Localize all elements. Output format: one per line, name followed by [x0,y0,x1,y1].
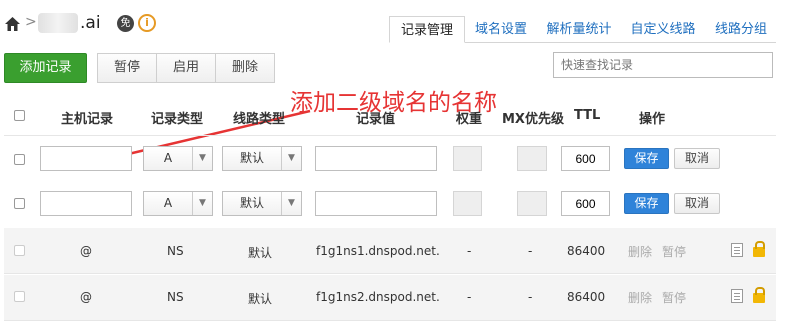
delete-button[interactable]: 删除 [215,53,275,83]
search-input[interactable] [553,52,773,78]
record-type-select[interactable]: A ▼ [143,191,213,216]
record-type: NS [167,290,184,304]
line-type-value: 默认 [239,196,264,210]
delete-link[interactable]: 删除 [628,243,652,260]
record-value-input[interactable] [315,191,437,216]
record-value: f1g1ns2.dnspod.net. [316,290,440,304]
info-icon[interactable]: i [138,14,156,32]
column-actions: 操作 [639,112,666,127]
header-divider [4,135,776,136]
redacted-domain [38,13,78,33]
row-checkbox[interactable] [14,154,25,165]
record-host: @ [80,244,92,258]
record-type-value: A [163,196,173,210]
record-value-input[interactable] [315,146,437,171]
chevron-down-icon: ▼ [281,147,301,170]
domain-name[interactable]: .ai [80,13,101,33]
breadcrumb-separator: > [25,14,37,30]
add-record-button[interactable]: 添加记录 [4,53,87,83]
row-checkbox[interactable] [14,245,25,256]
tab-custom-lines[interactable]: 自定义线路 [621,16,705,43]
chevron-down-icon: ▼ [192,147,212,170]
record-type: NS [167,244,184,258]
cancel-button[interactable]: 取消 [674,193,720,214]
lock-icon [753,241,765,257]
row-checkbox[interactable] [14,198,25,209]
mx-priority-input [517,146,547,171]
record-type-select[interactable]: A ▼ [143,146,213,171]
record-line: 默认 [248,292,273,306]
remark-icon[interactable] [731,289,743,303]
record-type-value: A [163,151,173,165]
record-mx: - [528,290,533,304]
tab-resolution-stats[interactable]: 解析量统计 [537,16,621,43]
tab-record-management[interactable]: 记录管理 [389,16,465,43]
record-ttl: 86400 [567,244,606,258]
pause-button[interactable]: 暂停 [97,53,157,83]
column-weight: 权重 [456,112,483,127]
column-line: 线路类型 [233,112,286,127]
record-weight: - [467,244,472,258]
column-host: 主机记录 [61,112,114,127]
select-all-checkbox[interactable] [14,110,25,121]
chevron-down-icon: ▼ [192,192,212,215]
weight-input [453,191,482,216]
record-line: 默认 [248,246,273,260]
chevron-down-icon: ▼ [281,192,301,215]
tab-line-groups[interactable]: 线路分组 [705,16,777,43]
save-button[interactable]: 保存 [624,148,669,169]
line-type-value: 默认 [239,151,264,165]
mx-priority-input [517,191,547,216]
column-ttl: TTL [574,108,601,123]
record-host: @ [80,290,92,304]
row-checkbox[interactable] [14,291,25,302]
cancel-button[interactable]: 取消 [674,148,720,169]
record-weight: - [467,290,472,304]
ttl-input[interactable] [561,191,610,216]
host-input[interactable] [40,191,132,216]
lock-icon [753,287,765,303]
column-type: 记录类型 [151,112,204,127]
tab-domain-settings[interactable]: 域名设置 [465,16,537,43]
delete-link[interactable]: 删除 [628,289,652,306]
ttl-input[interactable] [561,146,610,171]
remark-icon[interactable] [731,243,743,257]
column-value: 记录值 [356,112,396,127]
weight-input [453,146,482,171]
record-mx: - [528,244,533,258]
enable-button[interactable]: 启用 [156,53,216,83]
free-plan-badge: 免 [117,15,134,32]
host-input[interactable] [40,146,132,171]
line-type-select[interactable]: 默认 ▼ [222,191,302,216]
column-mx-priority: MX优先级 [502,112,564,127]
pause-link[interactable]: 暂停 [662,289,686,306]
pause-link[interactable]: 暂停 [662,243,686,260]
save-button[interactable]: 保存 [624,193,669,214]
record-value: f1g1ns1.dnspod.net. [316,244,440,258]
line-type-select[interactable]: 默认 ▼ [222,146,302,171]
home-icon[interactable] [4,16,21,32]
record-ttl: 86400 [567,290,606,304]
